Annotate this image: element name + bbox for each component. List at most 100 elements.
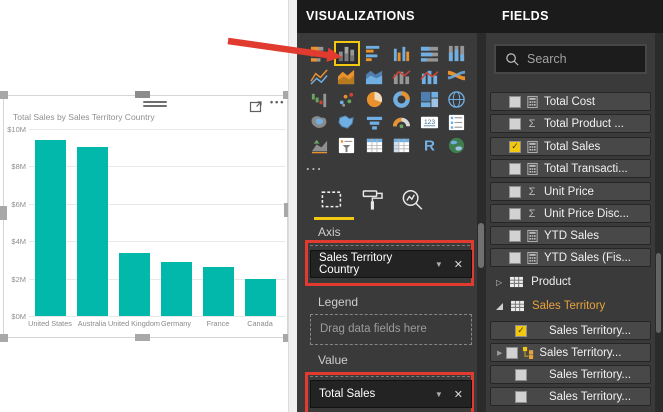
multi-row-card-icon[interactable] <box>446 112 468 133</box>
map-icon[interactable] <box>446 89 468 110</box>
field-item-sales-territory-[interactable]: ✓Sales Territory... <box>490 321 651 340</box>
field-checkbox[interactable] <box>509 186 521 198</box>
calculator-icon <box>526 229 539 243</box>
chart-bar-canada[interactable] <box>245 279 276 316</box>
field-checkbox[interactable]: ✓ <box>509 141 521 153</box>
y-axis-tick: $6M <box>4 200 26 209</box>
field-checkbox[interactable] <box>515 391 527 403</box>
stacked-area-chart-icon[interactable] <box>363 66 385 87</box>
treemap-icon[interactable] <box>418 89 440 110</box>
field-item-total-sales[interactable]: ✓Total Sales <box>490 137 651 156</box>
kpi-icon[interactable] <box>308 135 330 156</box>
waterfall-chart-icon[interactable] <box>308 89 330 110</box>
clustered-bar-chart-icon[interactable] <box>363 43 385 64</box>
remove-field-icon[interactable]: ✕ <box>454 258 463 271</box>
visual-more-options-icon[interactable]: ••• <box>270 97 290 111</box>
chart-bar-united-kingdom[interactable] <box>119 253 150 316</box>
field-checkbox[interactable] <box>509 96 521 108</box>
field-item-unit-price[interactable]: ΣUnit Price <box>490 182 651 201</box>
chart-bar-germany[interactable] <box>161 262 192 316</box>
chart-visual[interactable]: $0M$2M$4M$6M$8M$10MUnited StatesAustrali… <box>3 95 288 338</box>
field-item-total-cost[interactable]: Total Cost <box>490 92 651 111</box>
field-item-total-transacti-[interactable]: Total Transacti... <box>490 159 651 178</box>
100-stacked-bar-chart-icon[interactable] <box>418 43 440 64</box>
field-item-total-product-[interactable]: ΣTotal Product ... <box>490 114 651 133</box>
arcgis-map-icon[interactable] <box>446 135 468 156</box>
fields-list: Total Cost ΣTotal Product ... ✓Total Sales… <box>486 0 655 412</box>
card-icon[interactable]: 123 <box>418 112 440 133</box>
stacked-column-chart-icon[interactable] <box>336 43 358 64</box>
field-checkbox[interactable] <box>509 118 521 130</box>
gauge-icon[interactable] <box>391 112 413 133</box>
visualizations-scrollbar[interactable] <box>477 33 486 412</box>
matrix-icon[interactable] <box>391 135 413 156</box>
chart-bar-united-states[interactable] <box>35 140 66 316</box>
field-checkbox[interactable] <box>509 230 521 242</box>
stacked-bar-chart-icon[interactable] <box>308 43 330 64</box>
collapse-table-icon[interactable] <box>496 303 503 310</box>
field-dropdown-icon[interactable]: ▼ <box>435 260 443 269</box>
field-item-ytd-sales-fis-[interactable]: YTD Sales (Fis... <box>490 248 651 267</box>
funnel-icon[interactable] <box>363 112 385 133</box>
field-dropdown-icon[interactable]: ▼ <box>435 390 443 399</box>
y-axis-tick: $8M <box>4 162 26 171</box>
scrollbar-thumb[interactable] <box>478 223 484 268</box>
field-item-sales-territory-[interactable]: Sales Territory... <box>490 365 651 384</box>
field-checkbox[interactable]: ✓ <box>515 325 527 337</box>
field-item-ytd-sales[interactable]: YTD Sales <box>490 226 651 245</box>
field-checkbox[interactable] <box>515 369 527 381</box>
focus-mode-icon[interactable] <box>249 99 263 113</box>
field-checkbox[interactable] <box>509 163 521 175</box>
line-chart-icon[interactable] <box>308 66 330 87</box>
tab-analytics[interactable] <box>400 188 425 218</box>
resize-handle[interactable] <box>0 334 8 342</box>
table-icon[interactable] <box>363 135 385 156</box>
table-item-sales-territory[interactable]: Sales Territory <box>490 297 651 315</box>
table-icon <box>510 300 525 312</box>
ribbon-chart-icon[interactable] <box>446 66 468 87</box>
resize-handle[interactable] <box>135 334 150 341</box>
expand-hierarchy-icon[interactable]: ▶ <box>497 349 502 357</box>
field-item-unit-price-disc-[interactable]: ΣUnit Price Disc... <box>490 204 651 223</box>
fields-scrollbar[interactable] <box>655 33 663 412</box>
resize-handle[interactable] <box>0 91 8 99</box>
value-well-label: Value <box>318 353 348 367</box>
expand-table-icon[interactable]: ▷ <box>496 278 502 287</box>
donut-chart-icon[interactable] <box>391 89 413 110</box>
r-script-visual-icon[interactable]: R <box>418 135 440 156</box>
resize-handle[interactable] <box>135 91 150 98</box>
pie-chart-icon[interactable] <box>363 89 385 110</box>
resize-handle[interactable] <box>0 206 7 220</box>
line-and-clustered-column-chart-icon[interactable] <box>418 66 440 87</box>
remove-field-icon[interactable]: ✕ <box>454 388 463 401</box>
tab-fields[interactable] <box>320 188 344 217</box>
line-and-stacked-column-chart-icon[interactable] <box>391 66 413 87</box>
legend-drop-target[interactable]: Drag data fields here <box>310 314 472 345</box>
clustered-column-chart-icon[interactable] <box>391 43 413 64</box>
filled-map-icon[interactable] <box>308 112 330 133</box>
scrollbar-thumb[interactable] <box>656 253 661 333</box>
field-label: Total Transacti... <box>544 163 628 175</box>
slicer-icon[interactable] <box>336 135 358 156</box>
tab-format[interactable] <box>361 188 385 217</box>
field-checkbox[interactable] <box>509 252 521 264</box>
field-checkbox[interactable] <box>506 347 518 359</box>
100-stacked-column-chart-icon[interactable] <box>446 43 468 64</box>
field-item-sales-territory-[interactable]: ▶Sales Territory... <box>490 343 651 362</box>
field-item-sales-territory-[interactable]: Sales Territory... <box>490 387 651 406</box>
scatter-chart-icon[interactable] <box>336 89 358 110</box>
shape-map-icon[interactable] <box>336 112 358 133</box>
more-visuals-button[interactable]: ... <box>306 158 323 173</box>
chart-bar-australia[interactable] <box>77 147 108 316</box>
table-item-product[interactable]: ▷Product <box>490 273 651 291</box>
value-field-pill[interactable]: Total Sales ▼ ✕ <box>310 380 472 408</box>
canvas-scrollbar[interactable] <box>288 0 297 412</box>
powerbi-report-view: { "colors": { "accent_yellow": "#f2c811"… <box>0 0 663 412</box>
drag-handle-icon[interactable] <box>143 101 167 109</box>
area-chart-icon[interactable] <box>336 66 358 87</box>
axis-field-pill[interactable]: Sales Territory Country ▼ ✕ <box>310 250 472 278</box>
sigma-icon: Σ <box>525 118 539 130</box>
gridline <box>29 166 286 167</box>
chart-bar-france[interactable] <box>203 267 234 316</box>
field-checkbox[interactable] <box>509 208 521 220</box>
